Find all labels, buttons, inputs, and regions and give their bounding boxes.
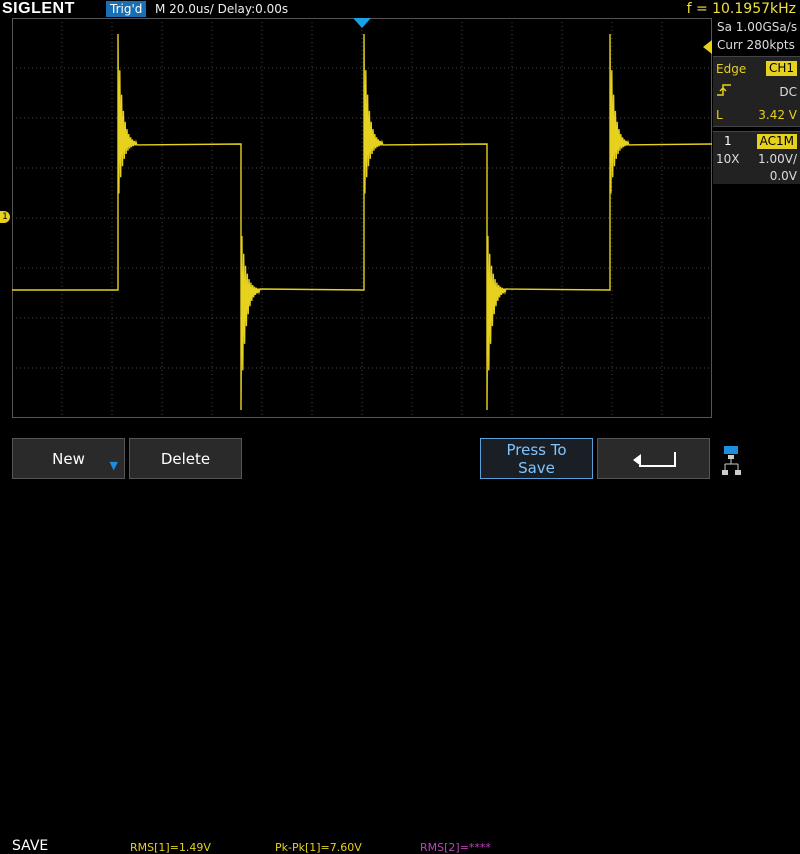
probe-attenuation: 10X: [716, 151, 740, 166]
chevron-down-icon: ▼: [109, 459, 118, 472]
network-icon: [722, 446, 741, 475]
new-button[interactable]: New ▼: [12, 438, 125, 479]
return-arrow-icon: [632, 451, 676, 467]
trigger-level-marker[interactable]: [703, 40, 712, 54]
frequency-readout: f = 10.1957kHz: [686, 1, 796, 17]
menu-title: SAVE: [12, 838, 49, 854]
vertical-scale: 1.00V/: [758, 151, 797, 166]
sample-rate: Sa 1.00GSa/s: [717, 20, 798, 34]
trigger-source: CH1: [765, 61, 797, 76]
press-to-save-line2: Save: [518, 458, 555, 477]
return-button[interactable]: [597, 438, 710, 479]
vertical-offset: 0.0V: [769, 168, 797, 183]
channel-number: 1: [724, 134, 732, 148]
right-info-panel: Sa 1.00GSa/s Curr 280kpts Edge CH1 DC L …: [713, 18, 800, 184]
trigger-level: 3.42 V: [758, 107, 797, 122]
trigger-panel[interactable]: Edge CH1 DC L 3.42 V: [713, 56, 800, 127]
delete-button[interactable]: Delete: [129, 438, 242, 479]
trigger-coupling: DC: [779, 84, 797, 99]
trigger-type: Edge: [716, 61, 747, 76]
waveform-display[interactable]: [12, 18, 712, 418]
channel-1-panel[interactable]: 1 AC1M 10X 1.00V/ 0.0V: [713, 131, 800, 184]
top-status-bar: SIGLENT Trig'd M 20.0us/ Delay:0.00s f =…: [0, 0, 800, 18]
channel-coupling: AC1M: [756, 133, 797, 149]
press-to-save-button[interactable]: Press To Save: [480, 438, 593, 479]
press-to-save-line1: Press To: [506, 440, 567, 459]
delete-label: Delete: [160, 449, 211, 468]
graticule: [12, 18, 712, 418]
measurement-bar: SAVE RMS[1]=1.49V Pk-Pk[1]=7.60V RMS[2]=…: [0, 418, 800, 854]
brand-logo: SIGLENT: [2, 0, 75, 17]
memory-depth: Curr 280kpts: [717, 38, 795, 52]
measurement-pkpk1: Pk-Pk[1]=7.60V: [275, 841, 362, 854]
trigger-status-badge: Trig'd: [106, 1, 147, 17]
measurement-rms2: RMS[2]=****: [420, 841, 491, 854]
trigger-position-marker[interactable]: [353, 18, 371, 28]
trigger-level-label: L: [716, 107, 723, 122]
rising-edge-icon: [716, 83, 732, 100]
timebase-readout: M 20.0us/ Delay:0.00s: [155, 2, 289, 16]
channel-1-offset-marker[interactable]: 1: [0, 211, 10, 223]
new-label: New: [52, 449, 85, 468]
measurement-rms1: RMS[1]=1.49V: [130, 841, 211, 854]
